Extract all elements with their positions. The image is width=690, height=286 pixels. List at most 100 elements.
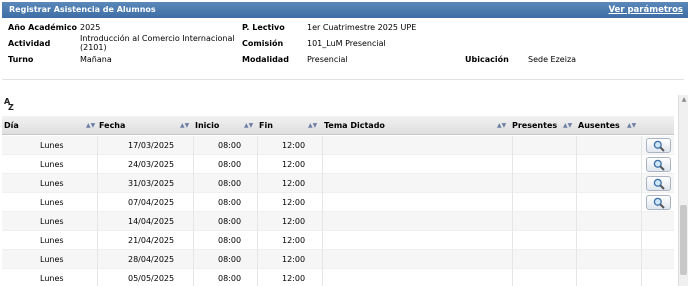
column-divider [97,174,98,193]
column-divider [193,155,194,174]
table-row[interactable]: Lunes 24/03/2025 08:00 12:00 [2,155,674,174]
sort-arrows-icon[interactable]: ▲▼ [180,122,189,129]
cell-dia: Lunes [40,274,64,283]
view-detail-button[interactable] [646,157,671,172]
sort-arrows-icon[interactable]: ▲▼ [308,122,317,129]
column-divider [512,193,513,212]
window-titlebar: Registrar Asistencia de Alumnos Ver pará… [2,2,688,18]
column-divider [257,174,258,193]
column-divider [512,212,513,231]
table-row[interactable]: Lunes 17/03/2025 08:00 12:00 [2,136,674,155]
sort-arrows-icon[interactable]: ▲▼ [563,122,572,129]
column-divider [641,155,642,174]
table-row[interactable]: Lunes 05/05/2025 08:00 12:00 [2,269,674,286]
column-divider [576,155,577,174]
cell-fin: 12:00 [282,198,306,207]
view-detail-button[interactable] [646,176,671,191]
column-divider [512,250,513,269]
cell-fin: 12:00 [282,236,306,245]
cell-inicio: 08:00 [218,236,242,245]
ubicacion-value: Sede Ezeiza [528,55,577,64]
column-divider [512,231,513,250]
table-header: Día ▲▼ Fecha ▲▼ Inicio ▲▼ Fin ▲▼ Tema Di… [2,116,674,135]
column-divider [257,250,258,269]
sort-arrows-icon[interactable]: ▲▼ [627,122,636,129]
column-divider [512,174,513,193]
cell-fecha: 31/03/2025 [128,179,175,188]
column-header-dia[interactable]: Día [4,121,19,130]
column-header-fin[interactable]: Fin [259,121,273,130]
column-divider [257,231,258,250]
column-divider [193,250,194,269]
cell-dia: Lunes [40,160,64,169]
table-row[interactable]: Lunes 21/04/2025 08:00 12:00 [2,231,674,250]
actividad-value-line1: Introducción al Comercio Internacional [80,34,235,43]
column-divider [641,250,642,269]
column-divider [641,269,642,286]
cell-fecha: 21/04/2025 [128,236,175,245]
column-divider [576,269,577,286]
column-divider [322,174,323,193]
modalidad-value: Presencial [307,55,348,64]
view-detail-button[interactable] [646,195,671,210]
cell-inicio: 08:00 [218,217,242,226]
cell-inicio: 08:00 [218,274,242,283]
column-divider [322,250,323,269]
cell-fecha: 24/03/2025 [128,160,175,169]
turno-value: Mañana [80,55,112,64]
column-divider [97,212,98,231]
vertical-scrollbar[interactable]: ▲ [678,95,688,286]
window-title: Registrar Asistencia de Alumnos [9,5,156,14]
column-divider [576,250,577,269]
column-divider [257,155,258,174]
column-divider [257,193,258,212]
magnifier-icon [653,197,665,209]
magnifier-icon [653,159,665,171]
cell-inicio: 08:00 [218,255,242,264]
view-detail-button[interactable] [646,138,671,153]
cell-fin: 12:00 [282,160,306,169]
column-divider [193,269,194,286]
cell-inicio: 08:00 [218,160,242,169]
column-header-presentes[interactable]: Presentes [512,121,557,130]
cell-fin: 12:00 [282,255,306,264]
column-divider [641,212,642,231]
table-row[interactable]: Lunes 14/04/2025 08:00 12:00 [2,212,674,231]
turno-label: Turno [8,55,34,64]
cell-fin: 12:00 [282,179,306,188]
cell-dia: Lunes [40,198,64,207]
column-header-ausentes[interactable]: Ausentes [578,121,620,130]
cell-fecha: 28/04/2025 [128,255,175,264]
column-header-inicio[interactable]: Inicio [195,121,219,130]
cell-fecha: 14/04/2025 [128,217,175,226]
column-divider [322,193,323,212]
column-divider [97,250,98,269]
ver-parametros-link[interactable]: Ver parámetros [608,5,683,15]
column-divider [576,193,577,212]
sort-arrows-icon[interactable]: ▲▼ [86,122,95,129]
cell-fin: 12:00 [282,217,306,226]
column-divider [193,212,194,231]
sort-arrows-icon[interactable]: ▲▼ [244,122,253,129]
column-divider [193,231,194,250]
column-divider [576,136,577,155]
scroll-up-arrow-icon[interactable]: ▲ [679,95,689,105]
actividad-label: Actividad [8,39,51,48]
scroll-thumb[interactable] [680,205,687,275]
column-divider [322,269,323,286]
column-divider [512,269,513,286]
column-header-fecha[interactable]: Fecha [99,121,125,130]
sort-arrows-icon[interactable]: ▲▼ [497,122,506,129]
az-sort-icon[interactable]: AZ [4,98,16,112]
cell-fin: 12:00 [282,141,306,150]
column-header-tema-dictado[interactable]: Tema Dictado [324,121,385,130]
column-divider [193,193,194,212]
table-row[interactable]: Lunes 31/03/2025 08:00 12:00 [2,174,674,193]
column-divider [97,269,98,286]
table-row[interactable]: Lunes 28/04/2025 08:00 12:00 [2,250,674,269]
table-row[interactable]: Lunes 07/04/2025 08:00 12:00 [2,193,674,212]
cell-dia: Lunes [40,236,64,245]
modalidad-label: Modalidad [242,55,289,64]
column-divider [641,193,642,212]
column-divider [97,136,98,155]
